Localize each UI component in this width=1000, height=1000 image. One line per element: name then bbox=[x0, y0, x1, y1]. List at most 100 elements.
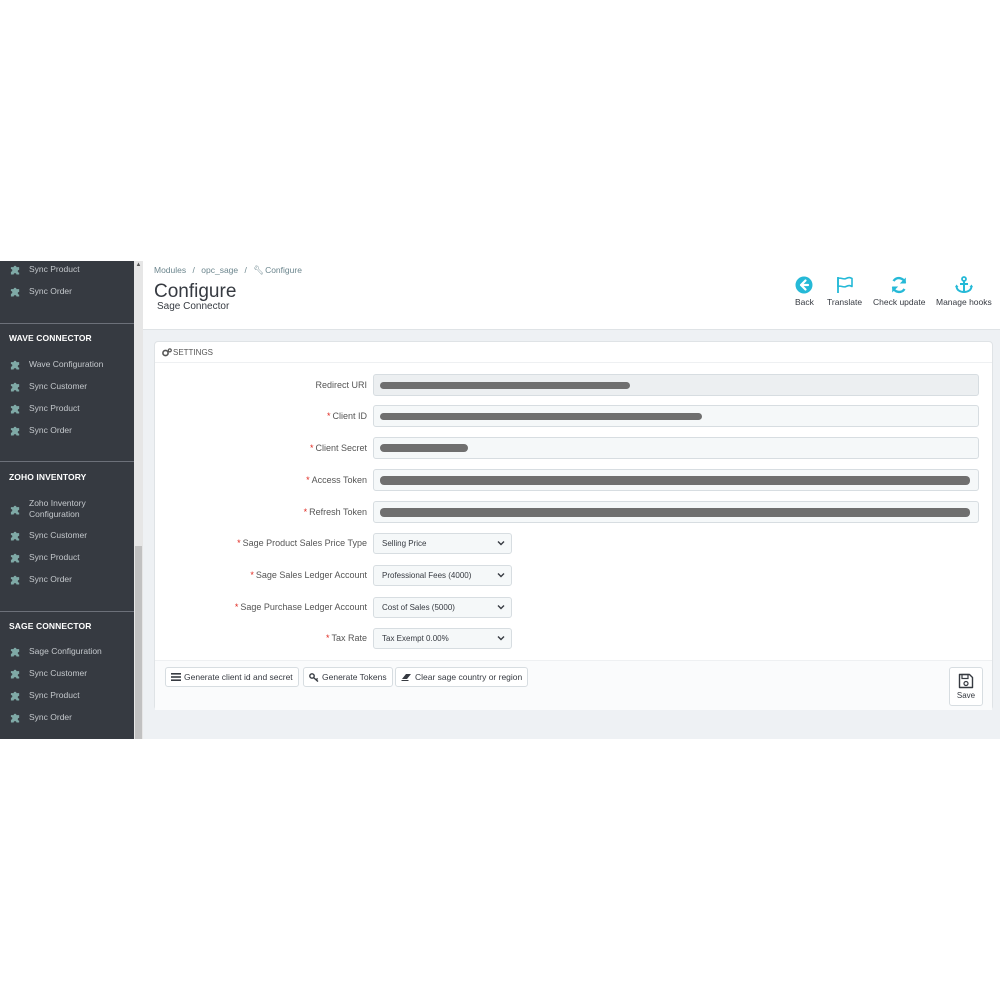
panel-footer: Generate client id and secret Generate T… bbox=[155, 660, 992, 710]
client-secret-label-text: Client Secret bbox=[315, 443, 367, 453]
sidebar-item-zoho-configuration[interactable]: Zoho Inventory Configuration bbox=[0, 496, 134, 522]
scrollbar-thumb[interactable] bbox=[135, 546, 142, 739]
sidebar-item-sync-order[interactable]: Sync Order bbox=[0, 281, 134, 301]
required-mark: * bbox=[309, 443, 314, 453]
redacted-value bbox=[380, 476, 970, 485]
required-mark: * bbox=[325, 633, 330, 643]
required-mark: * bbox=[306, 475, 310, 485]
sidebar-item-label: Sync Product bbox=[29, 402, 80, 413]
page-header: Modules / opc_sage / 🔧︎Configure Configu… bbox=[143, 261, 1000, 330]
flag-icon bbox=[836, 276, 853, 293]
breadcrumb-separator: / bbox=[244, 265, 247, 275]
save-label: Save bbox=[956, 691, 976, 700]
clear-country-button[interactable]: Clear sage country or region bbox=[395, 667, 529, 687]
client-secret-label: * Client Secret bbox=[310, 443, 367, 453]
generate-tokens-button[interactable]: Generate Tokens bbox=[303, 667, 393, 687]
sidebar-item-wave-sync-order[interactable]: Sync Order bbox=[0, 420, 134, 440]
back-button[interactable]: Back bbox=[795, 276, 814, 307]
client-id-field[interactable] bbox=[373, 405, 979, 427]
sidebar-item-wave-configuration[interactable]: Wave Configuration bbox=[0, 354, 134, 374]
sidebar-item-label: Sync Order bbox=[29, 573, 72, 584]
sidebar-item-wave-sync-product[interactable]: Sync Product bbox=[0, 398, 134, 418]
breadcrumb-current: Configure bbox=[265, 265, 302, 275]
sales-ledger-value: Professional Fees (4000) bbox=[382, 571, 472, 580]
redacted-value bbox=[380, 382, 630, 389]
chevron-down-icon bbox=[497, 541, 505, 546]
access-token-field[interactable] bbox=[373, 469, 979, 491]
sales-ledger-label: * Sage Sales Ledger Account bbox=[250, 570, 367, 580]
puzzle-icon bbox=[10, 713, 20, 723]
list-icon bbox=[171, 673, 181, 681]
puzzle-icon bbox=[10, 382, 20, 392]
breadcrumb-modules[interactable]: Modules bbox=[154, 265, 186, 275]
clear-country-label: Clear sage country or region bbox=[415, 672, 523, 682]
chevron-down-icon bbox=[497, 636, 505, 641]
redacted-value bbox=[380, 444, 468, 452]
sidebar-scrollbar[interactable]: ▲ bbox=[134, 261, 143, 739]
sidebar-item-wave-sync-customer[interactable]: Sync Customer bbox=[0, 376, 134, 396]
redirect-uri-label-text: Redirect URI bbox=[315, 380, 367, 390]
puzzle-icon bbox=[10, 404, 20, 414]
price-type-label: * Sage Product Sales Price Type bbox=[237, 538, 367, 548]
generate-client-button[interactable]: Generate client id and secret bbox=[165, 667, 299, 687]
sidebar-item-sage-sync-customer[interactable]: Sync Customer bbox=[0, 663, 134, 683]
required-mark: * bbox=[250, 570, 254, 580]
sidebar-item-label: Sync Order bbox=[29, 711, 72, 722]
tax-rate-label-text: Tax Rate bbox=[331, 633, 367, 643]
tax-rate-value: Tax Exempt 0.00% bbox=[382, 634, 449, 643]
sidebar-item-label: Sync Order bbox=[29, 424, 72, 435]
sidebar-divider bbox=[0, 611, 134, 612]
client-id-label: * Client ID bbox=[327, 411, 367, 421]
back-label: Back bbox=[795, 297, 814, 307]
page-subtitle: Sage Connector bbox=[157, 301, 230, 312]
wrench-icon: 🔧︎ bbox=[253, 265, 265, 275]
sales-ledger-select[interactable]: Professional Fees (4000) bbox=[373, 565, 512, 586]
puzzle-icon bbox=[10, 553, 20, 563]
redirect-uri-field[interactable] bbox=[373, 374, 979, 396]
sidebar-item-sync-product[interactable]: Sync Product bbox=[0, 261, 134, 279]
translate-button[interactable]: Translate bbox=[827, 276, 862, 307]
sidebar-item-sage-sync-order[interactable]: Sync Order bbox=[0, 707, 134, 727]
sales-ledger-label-text: Sage Sales Ledger Account bbox=[255, 570, 367, 580]
translate-label: Translate bbox=[827, 297, 863, 307]
sidebar-item-zoho-sync-product[interactable]: Sync Product bbox=[0, 547, 134, 567]
sidebar-item-label: Sage Configuration bbox=[29, 645, 102, 656]
page-title: Configure bbox=[154, 281, 237, 302]
eraser-icon bbox=[401, 674, 411, 681]
puzzle-icon bbox=[10, 575, 20, 585]
chevron-down-icon bbox=[497, 605, 505, 610]
breadcrumb-separator: / bbox=[192, 265, 195, 275]
admin-frame: Sync Product Sync Order WAVE CONNECTOR W… bbox=[0, 261, 1000, 739]
check-update-button[interactable]: Check update bbox=[873, 276, 925, 307]
required-mark: * bbox=[326, 411, 331, 421]
purchase-ledger-select[interactable]: Cost of Sales (5000) bbox=[373, 597, 512, 618]
sidebar-item-zoho-sync-customer[interactable]: Sync Customer bbox=[0, 525, 134, 545]
scroll-up-arrow-icon[interactable]: ▲ bbox=[135, 261, 142, 269]
breadcrumb: Modules / opc_sage / 🔧︎Configure bbox=[154, 265, 306, 276]
puzzle-icon bbox=[10, 691, 20, 701]
sidebar-item-sage-sync-product[interactable]: Sync Product bbox=[0, 685, 134, 705]
sidebar-item-zoho-sync-order[interactable]: Sync Order bbox=[0, 569, 134, 589]
redacted-value bbox=[380, 508, 970, 517]
save-button[interactable]: Save bbox=[949, 667, 983, 706]
puzzle-icon bbox=[10, 647, 20, 657]
refresh-token-field[interactable] bbox=[373, 501, 979, 523]
client-secret-field[interactable] bbox=[373, 437, 979, 459]
manage-hooks-button[interactable]: Manage hooks bbox=[936, 276, 992, 307]
chevron-down-icon bbox=[497, 573, 505, 578]
refresh-icon bbox=[892, 276, 907, 294]
anchor-icon bbox=[954, 276, 973, 294]
sidebar-section-wave: WAVE CONNECTOR bbox=[9, 333, 92, 343]
tax-rate-select[interactable]: Tax Exempt 0.00% bbox=[373, 628, 512, 649]
sidebar-item-label-line1: Zoho Inventory bbox=[29, 498, 86, 508]
price-type-select[interactable]: Selling Price bbox=[373, 533, 512, 554]
settings-panel: SETTINGS Redirect URI * Client ID * Client… bbox=[154, 341, 993, 710]
generate-tokens-label: Generate Tokens bbox=[322, 672, 387, 682]
puzzle-icon bbox=[10, 669, 20, 679]
breadcrumb-module[interactable]: opc_sage bbox=[201, 265, 238, 275]
sidebar-item-sage-configuration[interactable]: Sage Configuration bbox=[0, 641, 134, 661]
sidebar-item-label: Sync Order bbox=[29, 285, 72, 296]
sidebar-divider bbox=[0, 323, 134, 324]
sidebar-divider bbox=[0, 461, 134, 462]
purchase-ledger-value: Cost of Sales (5000) bbox=[382, 603, 455, 612]
